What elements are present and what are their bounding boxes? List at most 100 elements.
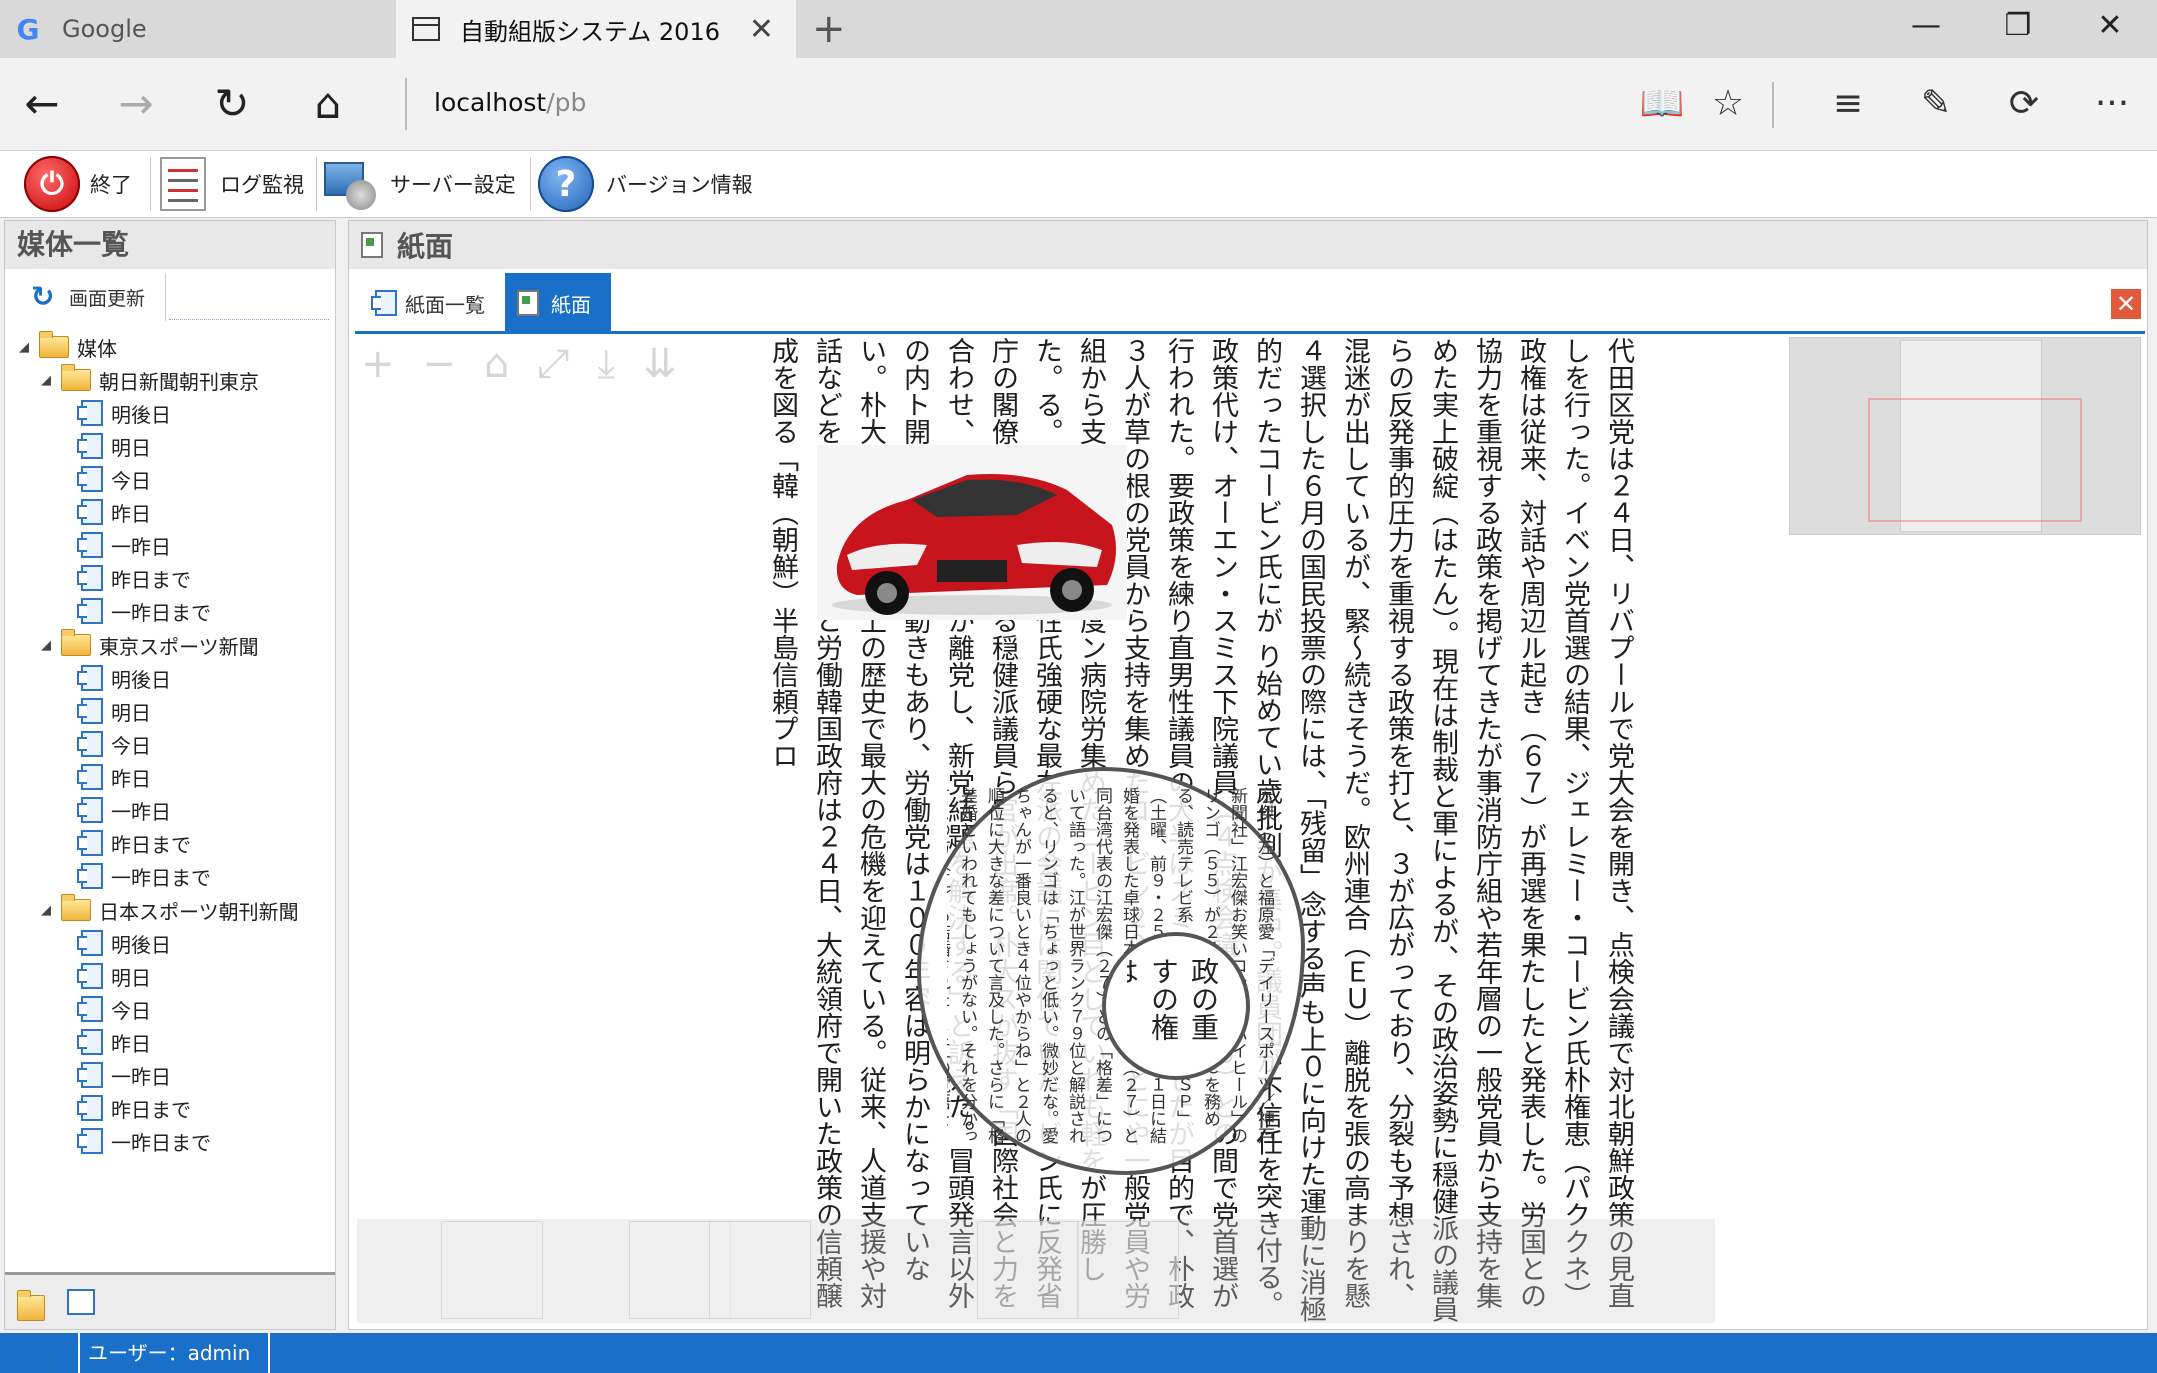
tree-root[interactable]: ◢ 媒体 [19, 331, 117, 363]
collapse-icon[interactable]: ◢ [41, 903, 55, 918]
tree-item[interactable]: 今日 [77, 463, 151, 495]
new-tab-button[interactable]: + [812, 6, 846, 52]
tree-item[interactable]: 明後日 [77, 662, 171, 694]
browser-tab-google[interactable]: G Google [0, 0, 396, 58]
address-bar[interactable]: localhost/pb [434, 88, 586, 117]
tree-group[interactable]: ◢ 朝日新聞朝刊東京 [41, 364, 259, 396]
back-button[interactable]: ← [14, 76, 70, 132]
hub-icon[interactable]: ≡ [1820, 78, 1876, 130]
home-icon[interactable]: ⌂ [484, 341, 509, 391]
tab-sheet[interactable]: 紙面 [505, 273, 611, 333]
tree-item[interactable]: 昨日まで [77, 1092, 191, 1124]
version-info-label: バージョン情報 [606, 173, 753, 197]
status-bar: ユーザー：admin [0, 1333, 2157, 1373]
navigator-minimap[interactable] [1789, 337, 2141, 535]
zoom-in-icon[interactable]: + [361, 341, 395, 391]
minimize-button[interactable]: — [1896, 8, 1956, 43]
document-icon [77, 731, 103, 757]
tree-item[interactable]: 明後日 [77, 927, 171, 959]
log-monitor-button[interactable]: ログ監視 [160, 155, 304, 213]
tree-item[interactable]: 一昨日 [77, 529, 171, 561]
tree-group-label: 東京スポーツ新聞 [99, 634, 259, 659]
tree-item[interactable]: 明後日 [77, 397, 171, 429]
browser-tab-active[interactable]: 自動組版システム 2016 ✕ [396, 0, 796, 58]
tree-group[interactable]: ◢ 日本スポーツ朝刊新聞 [41, 894, 299, 926]
tree-item[interactable]: 昨日まで [77, 562, 191, 594]
document-icon [77, 1062, 103, 1088]
share-icon[interactable]: ⟳ [1996, 78, 2052, 130]
tree-item-label: 明日 [111, 700, 151, 725]
folder-icon [61, 629, 91, 656]
panel-header: 紙面 [349, 221, 2147, 269]
folder-view-icon[interactable] [17, 1290, 45, 1321]
divider [316, 157, 317, 211]
tree-item-label: 一昨日 [111, 799, 171, 824]
tree-item[interactable]: 今日 [77, 993, 151, 1025]
tree-item[interactable]: 昨日 [77, 1026, 151, 1058]
tree-item[interactable]: 昨日 [77, 496, 151, 528]
favorite-star-icon[interactable]: ☆ [1700, 78, 1756, 130]
reading-view-icon[interactable]: 📖 [1634, 78, 1690, 130]
page-thumbnail[interactable] [1077, 1221, 1179, 1319]
window-view-icon[interactable] [67, 1289, 95, 1315]
power-icon: ⏻ [24, 156, 80, 212]
minimap-viewport[interactable] [1868, 398, 2082, 522]
refresh-button[interactable]: ↻ 画面更新 [15, 273, 166, 321]
collapse-icon[interactable]: ◢ [19, 340, 33, 355]
more-icon[interactable]: ··· [2084, 78, 2140, 130]
tree-group-label: 日本スポーツ朝刊新聞 [99, 899, 299, 924]
tree-item-label: 昨日 [111, 1031, 151, 1056]
tree-item[interactable]: 明日 [77, 960, 151, 992]
reload-button[interactable]: ↻ [204, 76, 260, 132]
page-thumbnail[interactable] [977, 1221, 1079, 1319]
divider [405, 78, 407, 130]
collapse-icon[interactable]: ◢ [41, 638, 55, 653]
tree-item[interactable]: 一昨日 [77, 794, 171, 826]
page-viewer[interactable]: 代田区党は２４日、リバプールで党大会を開き、点検会議で対北朝鮮政策の見直しを行っ… [357, 337, 2143, 1323]
sheet-icon [517, 290, 539, 316]
tree-item-label: 昨日 [111, 766, 151, 791]
home-button[interactable]: ⌂ [300, 76, 356, 132]
document-icon [77, 466, 103, 492]
zoom-out-icon[interactable]: − [423, 341, 457, 391]
page-thumbnail[interactable] [441, 1221, 543, 1319]
tree-item[interactable]: 一昨日まで [77, 1125, 211, 1157]
server-settings-button[interactable]: サーバー設定 [324, 155, 516, 213]
document-icon [77, 698, 103, 724]
tree-item[interactable]: 一昨日まで [77, 860, 211, 892]
tree-group[interactable]: ◢ 東京スポーツ新聞 [41, 629, 259, 661]
tree-item[interactable]: 今日 [77, 728, 151, 760]
document-icon [77, 499, 103, 525]
refresh-icon: ↻ [31, 280, 55, 313]
exit-button[interactable]: ⏻ 終了 [24, 155, 132, 213]
fullscreen-icon[interactable]: ⤢ [537, 341, 569, 391]
tree-item[interactable]: 一昨日 [77, 1059, 171, 1091]
tree-item-label: 昨日まで [111, 832, 191, 857]
close-window-button[interactable]: ✕ [2080, 8, 2140, 43]
folder-icon [61, 894, 91, 921]
close-tab-icon[interactable]: ✕ [749, 12, 774, 47]
collapse-icon[interactable]: ◢ [41, 373, 55, 388]
document-icon [77, 433, 103, 459]
forward-button[interactable]: → [108, 76, 164, 132]
app-toolbar: ⏻ 終了 ログ監視 サーバー設定 ? バージョン情報 [0, 151, 2157, 218]
log-document-icon [160, 157, 206, 211]
tree-item[interactable]: 明日 [77, 430, 151, 462]
tree-item-label: 明後日 [111, 667, 171, 692]
thumbnail-strip [357, 1219, 1715, 1323]
filter-field[interactable] [169, 275, 329, 320]
tree-item[interactable]: 昨日 [77, 761, 151, 793]
tree-item[interactable]: 昨日まで [77, 827, 191, 859]
version-info-button[interactable]: ? バージョン情報 [538, 155, 753, 213]
restore-button[interactable]: ❐ [1988, 8, 2048, 43]
close-sheet-button[interactable]: ✕ [2111, 289, 2141, 319]
status-user: ユーザー：admin [78, 1333, 271, 1373]
tab-sheet-list[interactable]: 紙面一覧 [355, 273, 505, 333]
download-icon[interactable]: ⤓ [597, 341, 615, 391]
bubble-headline: 政の重すの権は [1127, 957, 1220, 1041]
page-thumbnail[interactable] [709, 1221, 811, 1319]
download-all-icon[interactable]: ⇊ [643, 341, 677, 391]
web-note-icon[interactable]: ✎ [1908, 78, 1964, 130]
tree-item[interactable]: 一昨日まで [77, 595, 211, 627]
tree-item[interactable]: 明日 [77, 695, 151, 727]
